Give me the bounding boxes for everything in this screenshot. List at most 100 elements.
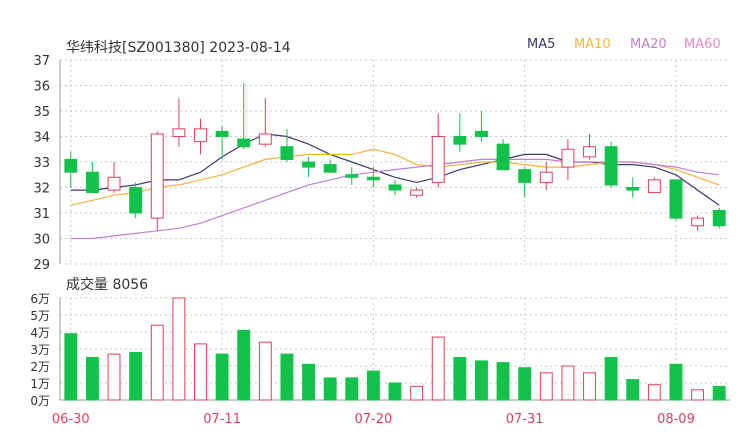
candle	[604, 141, 618, 188]
candle-body	[475, 130, 488, 137]
candle-body	[64, 158, 78, 173]
volume-bar	[302, 363, 315, 401]
candle-body	[172, 128, 186, 138]
candle-body	[258, 133, 272, 145]
candle	[496, 139, 510, 171]
price-tick-label: 31	[33, 207, 50, 222]
candle-body	[129, 187, 143, 214]
volume-bar	[150, 324, 164, 401]
volume-bar	[237, 329, 251, 401]
candle	[410, 187, 424, 198]
price-tick-label: 35	[33, 105, 50, 120]
candle-body	[388, 184, 402, 191]
volume-bar	[475, 360, 488, 401]
volume-bar	[604, 357, 618, 401]
candle	[85, 162, 99, 194]
volume-bar	[129, 351, 143, 401]
candle-body	[280, 146, 294, 160]
volume-bar	[561, 365, 575, 401]
volume-bar	[410, 385, 424, 401]
volume-bar	[496, 362, 510, 401]
candle-body	[85, 171, 99, 194]
volume-bar	[64, 333, 78, 401]
candle	[669, 179, 683, 221]
volume-bar	[453, 357, 467, 401]
price-tick-label: 29	[33, 258, 50, 273]
candle	[172, 98, 186, 147]
candle	[626, 177, 640, 198]
volume-tick-label: 1万	[30, 377, 50, 391]
candle	[129, 182, 143, 219]
candle	[194, 118, 207, 155]
candle-body	[539, 171, 553, 183]
price-y-axis: 29 30 31 32 33 34 35 36 37	[33, 54, 61, 273]
candle-body	[345, 174, 359, 178]
date-tick-label: 08-09	[657, 412, 695, 427]
candle	[475, 111, 488, 142]
candle	[150, 131, 164, 231]
candle-body	[194, 128, 207, 143]
candle	[64, 151, 78, 188]
candle-body	[453, 136, 467, 145]
candle-body	[107, 176, 121, 191]
candle	[237, 82, 251, 150]
candle	[323, 159, 337, 173]
volume-bar	[258, 341, 272, 401]
date-tick-label: 06-30	[52, 412, 90, 427]
candle-body	[496, 143, 510, 171]
price-tick-label: 37	[33, 54, 50, 69]
stock-chart: 293031323334353637 0万1万2万3万4万5万6万 06-30 0…	[30, 54, 730, 427]
candle	[691, 215, 705, 231]
candlesticks	[64, 82, 726, 231]
volume-bar	[215, 353, 229, 401]
candle-body	[237, 138, 251, 148]
candle-body	[302, 161, 315, 168]
volume-tick-label: 4万	[30, 326, 50, 340]
date-tick-label: 07-31	[506, 412, 544, 427]
volume-bar	[85, 357, 99, 401]
volume-tick-label: 5万	[30, 309, 50, 323]
volume-bar	[691, 389, 705, 401]
candle	[302, 156, 315, 178]
candle-body	[691, 217, 705, 227]
volume-bar	[280, 353, 294, 401]
candle-body	[561, 148, 575, 168]
date-x-axis: 06-30 07-11 07-20 07-31 08-09	[52, 412, 695, 427]
candle	[583, 133, 596, 160]
candle-body	[647, 179, 661, 194]
volume-bar	[669, 363, 683, 401]
volume-tick-label: 2万	[30, 360, 50, 374]
candle-body	[410, 189, 424, 196]
volume-tick-label: 0万	[30, 394, 50, 408]
candle-body	[215, 130, 229, 137]
candle-body	[323, 164, 337, 173]
candle-body	[518, 169, 532, 183]
volume-tick-label: 3万	[30, 343, 50, 357]
volume-bar	[431, 336, 445, 401]
candle	[107, 162, 121, 193]
volume-tick-label: 6万	[30, 292, 50, 306]
price-tick-label: 36	[33, 80, 50, 95]
candle	[431, 113, 445, 188]
volume-bar	[539, 372, 553, 401]
candle-body	[583, 146, 596, 158]
volume-bar	[194, 343, 207, 401]
date-tick-label: 07-20	[354, 412, 392, 427]
candle-body	[150, 133, 164, 219]
candle	[258, 98, 272, 147]
candle-body	[712, 209, 726, 227]
candle-body	[669, 179, 683, 219]
price-tick-label: 30	[33, 233, 50, 248]
candle	[518, 167, 532, 198]
price-tick-label: 32	[33, 182, 50, 197]
volume-bar	[712, 385, 726, 401]
candle-body	[626, 187, 640, 191]
candle	[647, 177, 661, 194]
candle-body	[431, 136, 445, 183]
volume-bar	[583, 372, 596, 401]
candle	[561, 139, 575, 180]
candle	[366, 167, 380, 188]
volume-bar	[366, 370, 380, 401]
volume-bar	[518, 367, 532, 401]
candle	[388, 179, 402, 196]
